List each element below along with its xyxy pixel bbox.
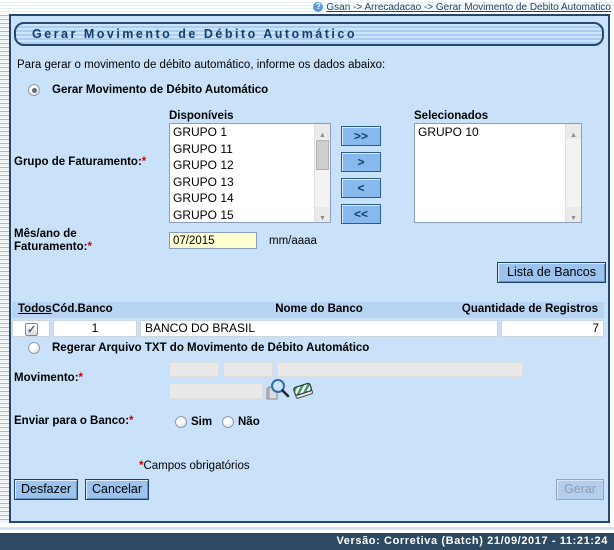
month-year-input[interactable] [169, 232, 257, 249]
list-option[interactable]: GRUPO 14 [170, 190, 314, 207]
required-asterisk: * [79, 372, 83, 384]
select-all-link[interactable]: Todos [18, 303, 52, 315]
bank-records-cell: 7 [501, 320, 604, 337]
selected-list-label: Selecionados [414, 110, 488, 122]
gsan-window: ? Gsan -> Arrecadacao -> Gerar Movimento… [0, 0, 614, 550]
movimento-field-3 [277, 362, 523, 377]
regenerate-txt-radio-label: Regerar Arquivo TXT do Movimento de Débi… [52, 342, 369, 354]
send-no-radio[interactable] [222, 416, 234, 428]
banks-table-header: Todos Cód.Banco Nome do Banco Quantidade… [12, 302, 604, 318]
scroll-up-icon[interactable] [315, 124, 330, 139]
required-fields-note: *Campos obrigatórios [139, 460, 250, 472]
available-listbox[interactable]: GRUPO 1GRUPO 11GRUPO 12GRUPO 13GRUPO 14G… [169, 123, 331, 223]
list-option[interactable]: GRUPO 1 [170, 124, 314, 141]
page-title-bar: Gerar Movimento de Débito Automático [14, 22, 604, 46]
movimento-field-2 [223, 362, 273, 377]
send-to-bank-label: Enviar para o Banco:* [14, 415, 134, 427]
cancel-button[interactable]: Cancelar [85, 479, 149, 500]
col-header-cod-banco: Cód.Banco [52, 303, 113, 315]
move-all-left-button[interactable]: << [341, 204, 381, 224]
table-row: 1 BANCO DO BRASIL 7 [12, 320, 604, 337]
scroll-down-icon[interactable] [566, 207, 581, 222]
scroll-up-icon[interactable] [566, 124, 581, 139]
send-yes-label: Sim [191, 416, 212, 428]
list-option[interactable]: GRUPO 12 [170, 157, 314, 174]
generate-movement-radio-label: Gerar Movimento de Débito Automático [52, 84, 268, 96]
intro-text: Para gerar o movimento de débito automát… [17, 59, 385, 71]
bank-checkbox-cell [12, 320, 50, 337]
version-bar: Versão: Corretiva (Batch) 21/09/2017 - 1… [0, 533, 614, 550]
movimento-label: Movimento:* [14, 372, 83, 384]
breadcrumb-bar: ? Gsan -> Arrecadacao -> Gerar Movimento… [0, 0, 614, 14]
generate-movement-radio[interactable] [28, 84, 40, 96]
regenerate-txt-radio[interactable] [28, 342, 40, 354]
available-options: GRUPO 1GRUPO 11GRUPO 12GRUPO 13GRUPO 14G… [170, 124, 314, 222]
selected-scrollbar[interactable] [565, 124, 581, 222]
help-icon[interactable]: ? [313, 2, 323, 12]
bank-row-checkbox[interactable] [25, 323, 38, 336]
movimento-field-1 [169, 362, 219, 377]
list-option[interactable]: GRUPO 15 [170, 207, 314, 223]
col-header-quantidade: Quantidade de Registros [392, 303, 598, 315]
bank-list-button[interactable]: Lista de Bancos [497, 262, 606, 283]
bank-code-cell: 1 [53, 320, 137, 337]
page-title: Gerar Movimento de Débito Automático [32, 27, 357, 41]
content-panel: Gerar Movimento de Débito Automático Par… [9, 14, 610, 523]
movimento-field-4 [169, 383, 263, 399]
list-option[interactable]: GRUPO 11 [170, 141, 314, 158]
required-asterisk: * [129, 415, 133, 427]
scrollbar-thumb[interactable] [316, 140, 329, 170]
send-no-label: Não [238, 416, 260, 428]
move-left-button[interactable]: < [341, 178, 381, 198]
breadcrumb[interactable]: Gsan -> Arrecadacao -> Gerar Movimento d… [326, 2, 611, 13]
generate-button[interactable]: Gerar [556, 479, 604, 500]
eraser-icon[interactable] [292, 382, 316, 407]
send-yes-radio[interactable] [175, 416, 187, 428]
move-right-button[interactable]: > [341, 152, 381, 172]
selected-listbox[interactable]: GRUPO 10 [414, 123, 582, 223]
left-decoration [0, 14, 9, 523]
scroll-down-icon[interactable] [315, 207, 330, 222]
month-year-label-line1: Mês/ano de [14, 228, 77, 240]
list-option[interactable]: GRUPO 10 [415, 124, 565, 141]
bank-name-cell: BANCO DO BRASIL [140, 320, 498, 337]
available-list-label: Disponíveis [169, 110, 234, 122]
required-asterisk: * [87, 241, 91, 253]
footer-divider [0, 527, 614, 530]
move-all-right-button[interactable]: >> [341, 126, 381, 146]
billing-group-label: Grupo de Faturamento:* [14, 156, 146, 168]
required-asterisk: * [142, 156, 146, 168]
selected-options: GRUPO 10 [415, 124, 565, 222]
available-scrollbar[interactable] [314, 124, 330, 222]
list-option[interactable]: GRUPO 13 [170, 174, 314, 191]
search-icon[interactable] [266, 378, 290, 407]
date-format-hint: mm/aaaa [269, 235, 317, 247]
month-year-label-line2: Faturamento:* [14, 241, 92, 253]
undo-button[interactable]: Desfazer [14, 479, 78, 500]
